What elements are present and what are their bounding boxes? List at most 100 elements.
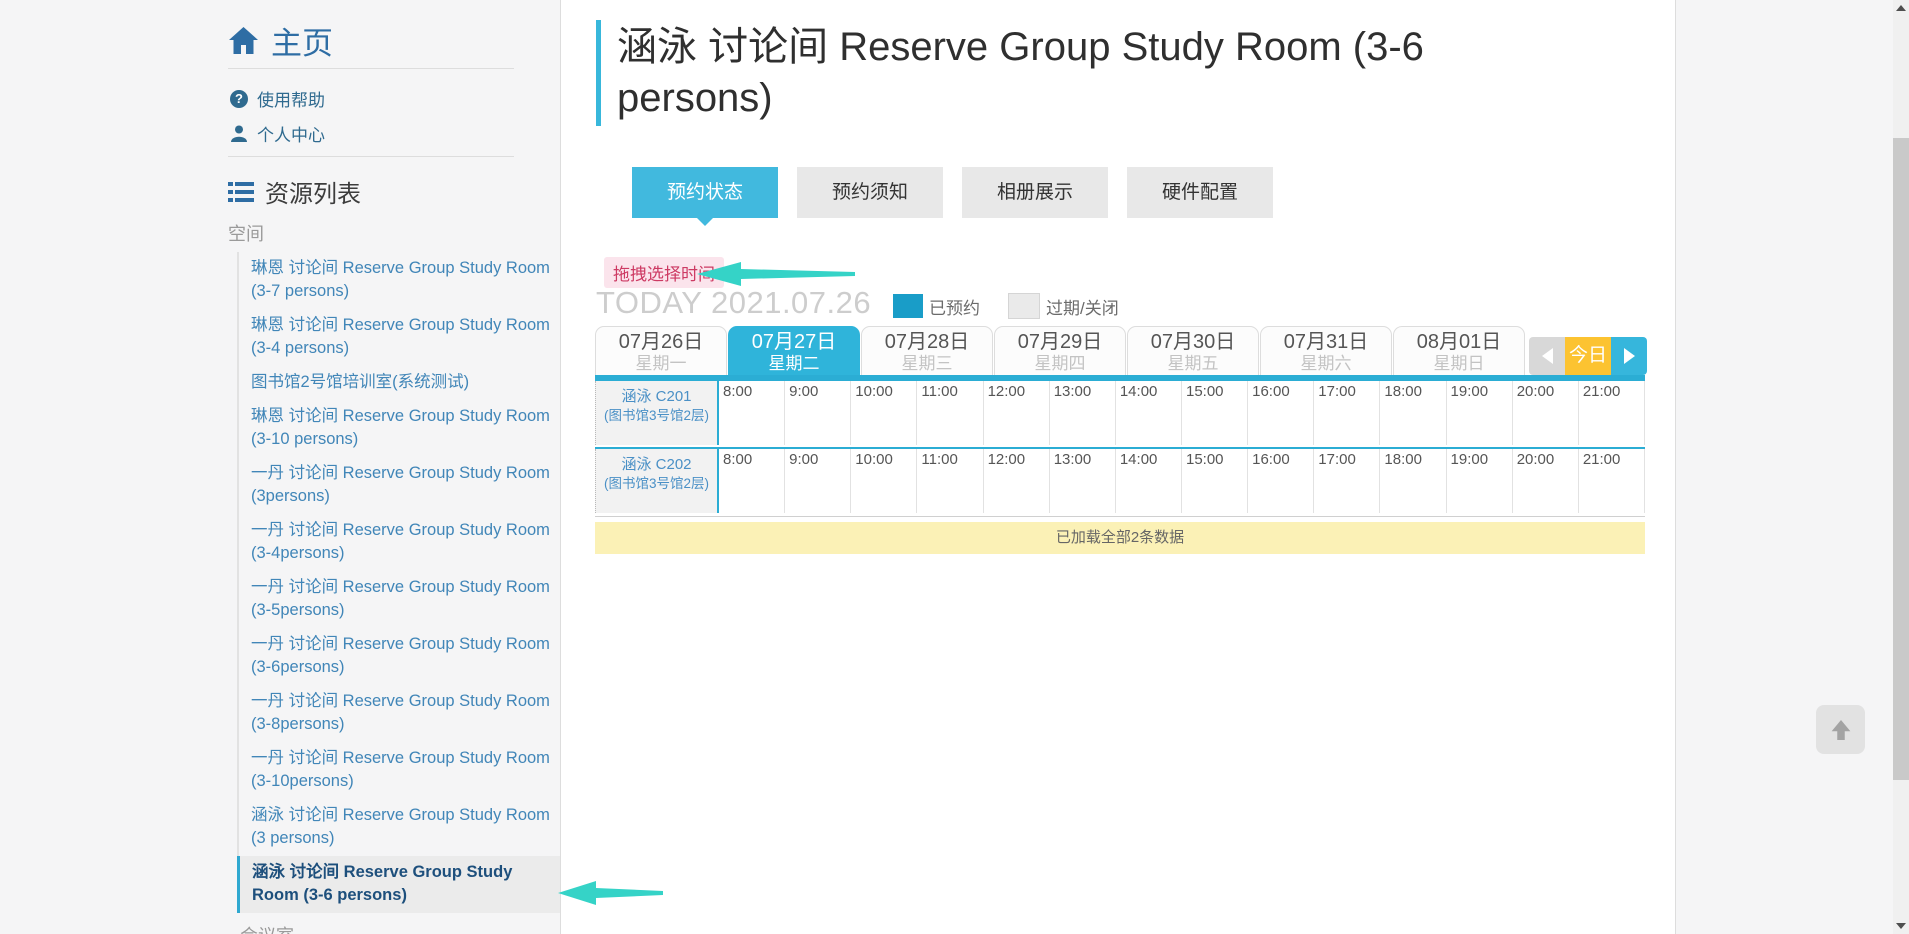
- vertical-scrollbar[interactable]: [1893, 0, 1909, 934]
- time-slot-cell[interactable]: 15:00: [1182, 449, 1248, 513]
- annotation-arrow-left-icon: [697, 261, 855, 287]
- time-slot-cell[interactable]: 8:00: [719, 449, 785, 513]
- today-button[interactable]: 今日: [1565, 337, 1611, 375]
- time-slot-cell[interactable]: 9:00: [785, 449, 851, 513]
- sidebar-room-item[interactable]: 琳恩 讨论间 Reserve Group Study Room (3-7 per…: [239, 252, 560, 309]
- time-slot-cell[interactable]: 10:00: [851, 381, 917, 445]
- sidebar: 主页 ? 使用帮助 个人中心 资源列表 空间 琳恩 讨论间 Reserve Gr…: [0, 0, 560, 934]
- sidebar-room-item[interactable]: 一丹 讨论间 Reserve Group Study Room (3person…: [239, 457, 560, 514]
- chevron-right-icon: [1624, 348, 1635, 364]
- scrollbar-thumb[interactable]: [1893, 138, 1909, 780]
- list-icon: [228, 181, 254, 203]
- today-date-label: TODAY 2021.07.26: [596, 285, 871, 321]
- divider: [228, 68, 514, 69]
- resource-list-label: 资源列表: [265, 174, 361, 209]
- sidebar-room-item[interactable]: 一丹 讨论间 Reserve Group Study Room (3-5pers…: [239, 571, 560, 628]
- time-slot-cell[interactable]: 14:00: [1116, 381, 1182, 445]
- time-slot-cell[interactable]: 16:00: [1248, 381, 1314, 445]
- time-slot-cell[interactable]: 18:00: [1380, 449, 1446, 513]
- room-location-link[interactable]: (图书馆3号馆2层): [604, 407, 709, 425]
- time-slot-cell[interactable]: 18:00: [1380, 381, 1446, 445]
- time-slot-cell[interactable]: 12:00: [984, 449, 1050, 513]
- time-slot-cell[interactable]: 10:00: [851, 449, 917, 513]
- time-slot-cell[interactable]: 8:00: [719, 381, 785, 445]
- home-label: 主页: [271, 18, 333, 63]
- time-slot-cell[interactable]: 20:00: [1513, 449, 1579, 513]
- sidebar-item-home[interactable]: 主页: [228, 18, 333, 63]
- scrollbar-down-button[interactable]: [1893, 918, 1909, 934]
- time-slot-cell[interactable]: 11:00: [917, 381, 983, 445]
- legend: 已预约 过期/关闭: [893, 293, 1119, 319]
- room-name-link[interactable]: 涵泳 C201: [621, 387, 691, 407]
- date-tab[interactable]: 07月31日星期六: [1260, 326, 1392, 376]
- room-list: 琳恩 讨论间 Reserve Group Study Room (3-7 per…: [237, 252, 560, 913]
- time-slot-cell[interactable]: 14:00: [1116, 449, 1182, 513]
- divider: [228, 156, 514, 157]
- home-icon: [228, 26, 259, 55]
- time-slot-cell[interactable]: 15:00: [1182, 381, 1248, 445]
- date-tab-weekday: 星期日: [1394, 354, 1524, 374]
- schedule-row: 涵泳 C201(图书馆3号馆2层) 8:009:0010:0011:0012:00…: [595, 379, 1645, 445]
- personal-center-label: 个人中心: [257, 121, 325, 146]
- scrollbar-up-button[interactable]: [1893, 0, 1909, 16]
- date-tab[interactable]: 07月30日星期五: [1127, 326, 1259, 376]
- room-name-link[interactable]: 涵泳 C202: [621, 455, 691, 475]
- sidebar-item-personal-center[interactable]: 个人中心: [230, 121, 325, 146]
- sidebar-room-item-selected[interactable]: 涵泳 讨论间 Reserve Group Study Room (3-6 per…: [237, 856, 560, 913]
- legend-reserved-label: 已预约: [929, 294, 980, 319]
- date-tab-date: 07月27日: [729, 330, 859, 354]
- date-tab-weekday: 星期五: [1128, 354, 1258, 374]
- user-icon: [230, 125, 248, 143]
- sidebar-room-item[interactable]: 一丹 讨论间 Reserve Group Study Room (3-10per…: [239, 742, 560, 799]
- time-slot-cell[interactable]: 13:00: [1050, 449, 1116, 513]
- annotation-arrow-selected-room-icon: [558, 880, 663, 906]
- time-slot-cell[interactable]: 17:00: [1314, 381, 1380, 445]
- time-slot-cell[interactable]: 16:00: [1248, 449, 1314, 513]
- help-icon: ?: [230, 90, 248, 108]
- next-day-button[interactable]: [1611, 337, 1647, 375]
- resource-list-header: 资源列表: [228, 174, 361, 209]
- tab-hardware-config[interactable]: 硬件配置: [1127, 167, 1273, 218]
- sidebar-room-item[interactable]: 一丹 讨论间 Reserve Group Study Room (3-6pers…: [239, 628, 560, 685]
- date-tab[interactable]: 08月01日星期日: [1393, 326, 1525, 376]
- sidebar-item-help[interactable]: ? 使用帮助: [230, 86, 325, 111]
- previous-day-button[interactable]: [1529, 337, 1565, 375]
- sidebar-room-item[interactable]: 琳恩 讨论间 Reserve Group Study Room (3-4 per…: [239, 309, 560, 366]
- tab-reservation-status[interactable]: 预约状态: [632, 167, 778, 218]
- space-category-label: 空间: [228, 220, 264, 246]
- sidebar-room-item[interactable]: 一丹 讨论间 Reserve Group Study Room (3-4pers…: [239, 514, 560, 571]
- triangle-up-icon: [1896, 5, 1906, 11]
- time-slot-cell[interactable]: 21:00: [1579, 449, 1645, 513]
- sidebar-room-item[interactable]: 琳恩 讨论间 Reserve Group Study Room (3-10 pe…: [239, 400, 560, 457]
- tab-photo-gallery[interactable]: 相册展示: [962, 167, 1108, 218]
- time-slot-cell[interactable]: 19:00: [1447, 381, 1513, 445]
- date-tab-weekday: 星期六: [1261, 354, 1391, 374]
- meeting-room-category-label: 会议室: [240, 922, 294, 934]
- divider: [595, 516, 1645, 517]
- date-navigation: 今日: [1529, 337, 1647, 375]
- tab-reservation-notice[interactable]: 预约须知: [797, 167, 943, 218]
- time-slot-cell[interactable]: 13:00: [1050, 381, 1116, 445]
- time-slot-cell[interactable]: 19:00: [1447, 449, 1513, 513]
- date-tab[interactable]: 07月28日星期三: [861, 326, 993, 376]
- date-tab[interactable]: 07月26日星期一: [595, 326, 727, 376]
- sidebar-room-item[interactable]: 一丹 讨论间 Reserve Group Study Room (3-8pers…: [239, 685, 560, 742]
- date-tab[interactable]: 07月27日星期二: [728, 326, 860, 376]
- legend-expired-swatch: [1008, 293, 1040, 319]
- triangle-down-icon: [1896, 923, 1906, 929]
- sidebar-room-item[interactable]: 涵泳 讨论间 Reserve Group Study Room (3 perso…: [239, 799, 560, 856]
- date-tab[interactable]: 07月29日星期四: [994, 326, 1126, 376]
- scroll-to-top-button[interactable]: [1816, 705, 1865, 754]
- time-slot-cell[interactable]: 20:00: [1513, 381, 1579, 445]
- time-slot-cell[interactable]: 11:00: [917, 449, 983, 513]
- time-slot-cell[interactable]: 21:00: [1579, 381, 1645, 445]
- room-location-link[interactable]: (图书馆3号馆2层): [604, 475, 709, 493]
- page: 主页 ? 使用帮助 个人中心 资源列表 空间 琳恩 讨论间 Reserve Gr…: [0, 0, 1909, 934]
- time-slot-cell[interactable]: 9:00: [785, 381, 851, 445]
- date-tab-bar: 07月26日星期一07月27日星期二07月28日星期三07月29日星期四07月3…: [595, 326, 1526, 376]
- time-slot-cell[interactable]: 12:00: [984, 381, 1050, 445]
- sidebar-room-item[interactable]: 图书馆2号馆培训室(系统测试): [239, 366, 560, 400]
- time-slot-cell[interactable]: 17:00: [1314, 449, 1380, 513]
- room-label-cell: 涵泳 C202(图书馆3号馆2层): [595, 449, 719, 513]
- date-tab-date: 07月28日: [862, 330, 992, 354]
